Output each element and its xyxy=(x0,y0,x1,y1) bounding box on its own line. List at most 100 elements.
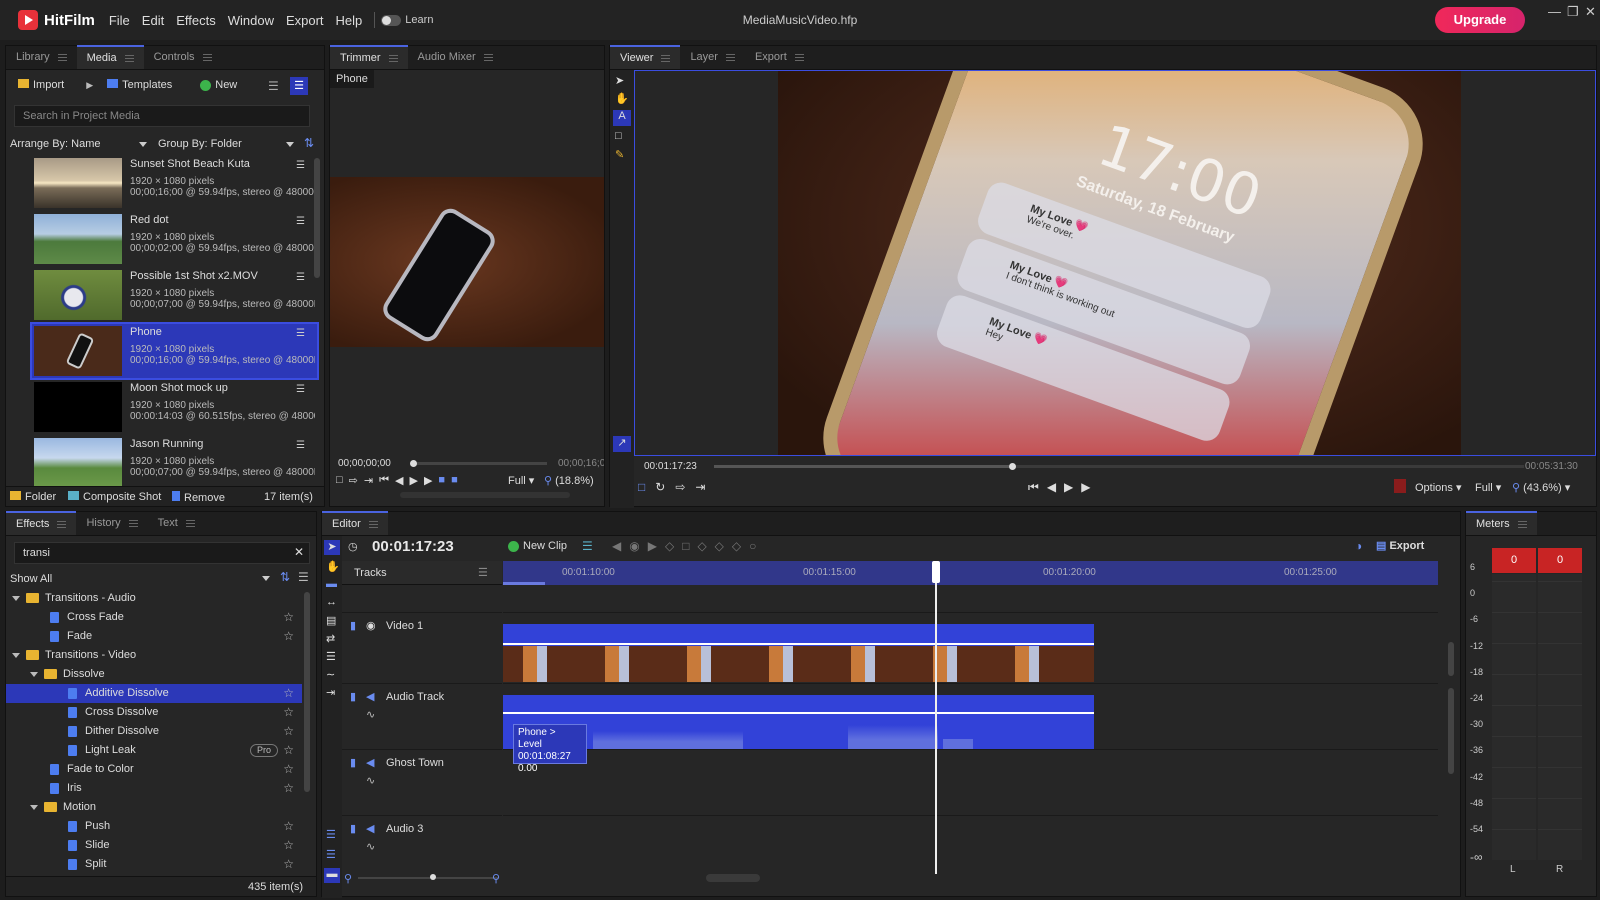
speaker-icon[interactable]: ◀ xyxy=(366,756,374,769)
snap-tool-icon[interactable]: ⇥ xyxy=(326,686,340,699)
video-clip[interactable] xyxy=(503,624,1094,682)
import-arrow-icon[interactable]: ▶ xyxy=(86,80,93,91)
editor-timecode[interactable]: 00:01:17:23 xyxy=(372,538,454,555)
tree-folder[interactable]: Dissolve xyxy=(6,665,302,684)
marker-icon[interactable]: ○ xyxy=(749,539,756,553)
chevron-down-icon[interactable] xyxy=(262,576,270,581)
tab-menu-icon[interactable] xyxy=(483,53,493,61)
keyframe-icon[interactable]: ◉ xyxy=(629,539,639,553)
slice-tool-icon[interactable]: ▬ xyxy=(326,578,340,590)
menu-export[interactable]: Export xyxy=(286,13,324,28)
detail-view-icon[interactable]: ☰ xyxy=(290,77,308,95)
favorite-star-icon[interactable]: ☆ xyxy=(283,741,294,760)
mark-in-icon[interactable]: ■ xyxy=(438,474,445,487)
fit-icon[interactable]: □ xyxy=(336,474,343,487)
trimmer-playhead[interactable] xyxy=(410,460,417,467)
tree-folder[interactable]: Motion xyxy=(6,798,302,817)
media-item[interactable]: Jason Running 1920 × 1080 pixels 00;00;0… xyxy=(32,436,317,490)
close-window-icon[interactable]: ✕ xyxy=(1585,4,1596,20)
trimmer-quality-select[interactable]: Full ▾ xyxy=(508,474,534,487)
tree-item[interactable]: Split ☆ xyxy=(6,855,302,874)
overlay-icon[interactable]: ⇥ xyxy=(364,474,373,487)
group-by-select[interactable]: Group By: Folder xyxy=(158,138,242,150)
step-back-icon[interactable]: ◀ xyxy=(1047,480,1056,495)
timeline-playhead[interactable] xyxy=(935,561,937,874)
media-item[interactable]: Phone 1920 × 1080 pixels 00;00;16;00 @ 5… xyxy=(30,322,319,380)
loop-icon[interactable]: ↻ xyxy=(655,480,665,494)
ripple-tool-icon[interactable]: ⇄ xyxy=(326,632,340,645)
prev-keyframe-icon[interactable]: ◀ xyxy=(612,539,621,553)
effects-search-input[interactable]: transi xyxy=(14,542,310,564)
media-item[interactable]: Red dot 1920 × 1080 pixels 00;00;02;00 @… xyxy=(32,212,317,266)
chevron-down-icon[interactable] xyxy=(12,652,20,658)
tab-menu-icon[interactable] xyxy=(794,53,804,61)
new-clip-button[interactable]: New Clip xyxy=(508,540,567,552)
tree-item[interactable]: Iris ☆ xyxy=(6,779,302,798)
viewer-playhead[interactable] xyxy=(1009,463,1016,470)
properties-icon[interactable]: ☰ xyxy=(296,272,305,283)
clip-level-line[interactable] xyxy=(503,643,1094,645)
arrange-by-select[interactable]: Arrange By: Name xyxy=(10,138,100,150)
play-icon[interactable]: ▶ xyxy=(424,474,432,487)
lock-icon[interactable]: ▮ xyxy=(350,690,356,703)
chevron-down-icon[interactable] xyxy=(12,595,20,601)
trimmer-zoom[interactable]: ⚲ (18.8%) xyxy=(544,474,594,487)
tab-effects[interactable]: Effects xyxy=(6,511,77,535)
sort-icon[interactable]: ⇅ xyxy=(304,136,314,150)
new-button[interactable]: New xyxy=(200,79,251,91)
speaker-icon[interactable]: ◀ xyxy=(366,822,374,835)
tree-folder[interactable]: Transitions - Video xyxy=(6,646,302,665)
crop-tool-icon[interactable]: □ xyxy=(615,130,629,142)
tab-menu-icon[interactable] xyxy=(57,520,67,528)
templates-button[interactable]: Templates xyxy=(107,79,186,91)
clear-search-icon[interactable]: ✕ xyxy=(294,545,304,559)
marker-icon[interactable]: ◇ xyxy=(715,539,724,553)
properties-icon[interactable]: ☰ xyxy=(296,384,305,395)
favorite-star-icon[interactable]: ☆ xyxy=(283,608,294,627)
tab-menu-icon[interactable] xyxy=(661,54,671,62)
hand-tool-icon[interactable]: ✋ xyxy=(615,92,629,105)
insert-icon[interactable]: ⇨ xyxy=(349,474,358,487)
tab-export[interactable]: Export xyxy=(745,45,814,69)
marker-icon[interactable]: □ xyxy=(682,539,689,553)
trimmer-scrubber[interactable] xyxy=(412,462,547,465)
waveform-icon[interactable]: ∿ xyxy=(366,774,375,787)
properties-icon[interactable]: ☰ xyxy=(296,328,305,339)
snap-tool-icon[interactable]: ↗ xyxy=(613,436,631,452)
sort-icon[interactable]: ⇅ xyxy=(280,570,290,584)
menu-edit[interactable]: Edit xyxy=(142,13,164,28)
chevron-down-icon[interactable] xyxy=(286,142,294,147)
lock-icon[interactable]: ▮ xyxy=(350,756,356,769)
effects-scrollbar[interactable] xyxy=(304,592,310,792)
step-back-icon[interactable]: ◀ xyxy=(395,474,403,487)
menu-help[interactable]: Help xyxy=(336,13,363,28)
composite-shot-button[interactable]: Composite Shot xyxy=(68,491,161,503)
select-tool-icon[interactable]: ➤ xyxy=(324,540,340,555)
tab-meters[interactable]: Meters xyxy=(1466,511,1537,535)
zoom-out-icon[interactable]: ⚲ xyxy=(344,872,352,885)
tree-item[interactable]: Fade ☆ xyxy=(6,627,302,646)
color-swatch-icon[interactable] xyxy=(1394,479,1406,493)
import-button[interactable]: Import xyxy=(18,79,78,91)
step-forward-icon[interactable]: ▶ xyxy=(409,474,417,487)
marker-icon[interactable]: ◇ xyxy=(732,539,741,553)
tab-menu-icon[interactable] xyxy=(57,53,67,61)
skip-back-icon[interactable]: ⏮ xyxy=(379,474,389,487)
options-button[interactable]: Options ▾ xyxy=(1415,481,1462,494)
remove-button[interactable]: Remove xyxy=(172,491,225,504)
tab-audio-mixer[interactable]: Audio Mixer xyxy=(408,45,503,69)
viewer-quality-select[interactable]: Full ▾ xyxy=(1475,481,1501,494)
chevron-down-icon[interactable] xyxy=(139,142,147,147)
zoom-in-icon[interactable]: ⚲ xyxy=(492,872,500,885)
favorite-star-icon[interactable]: ☆ xyxy=(283,779,294,798)
favorite-star-icon[interactable]: ☆ xyxy=(283,836,294,855)
marker-icon[interactable]: ◇ xyxy=(697,539,706,553)
marker-icon[interactable]: ◇ xyxy=(665,539,674,553)
chevron-down-icon[interactable] xyxy=(30,671,38,677)
maximize-icon[interactable]: ❐ xyxy=(1567,4,1579,20)
tab-menu-icon[interactable] xyxy=(202,53,212,61)
insert-icon[interactable]: ⇨ xyxy=(675,480,685,494)
tab-history[interactable]: History xyxy=(76,511,147,535)
tree-item[interactable]: Slide ☆ xyxy=(6,836,302,855)
tab-menu-icon[interactable] xyxy=(124,54,134,62)
